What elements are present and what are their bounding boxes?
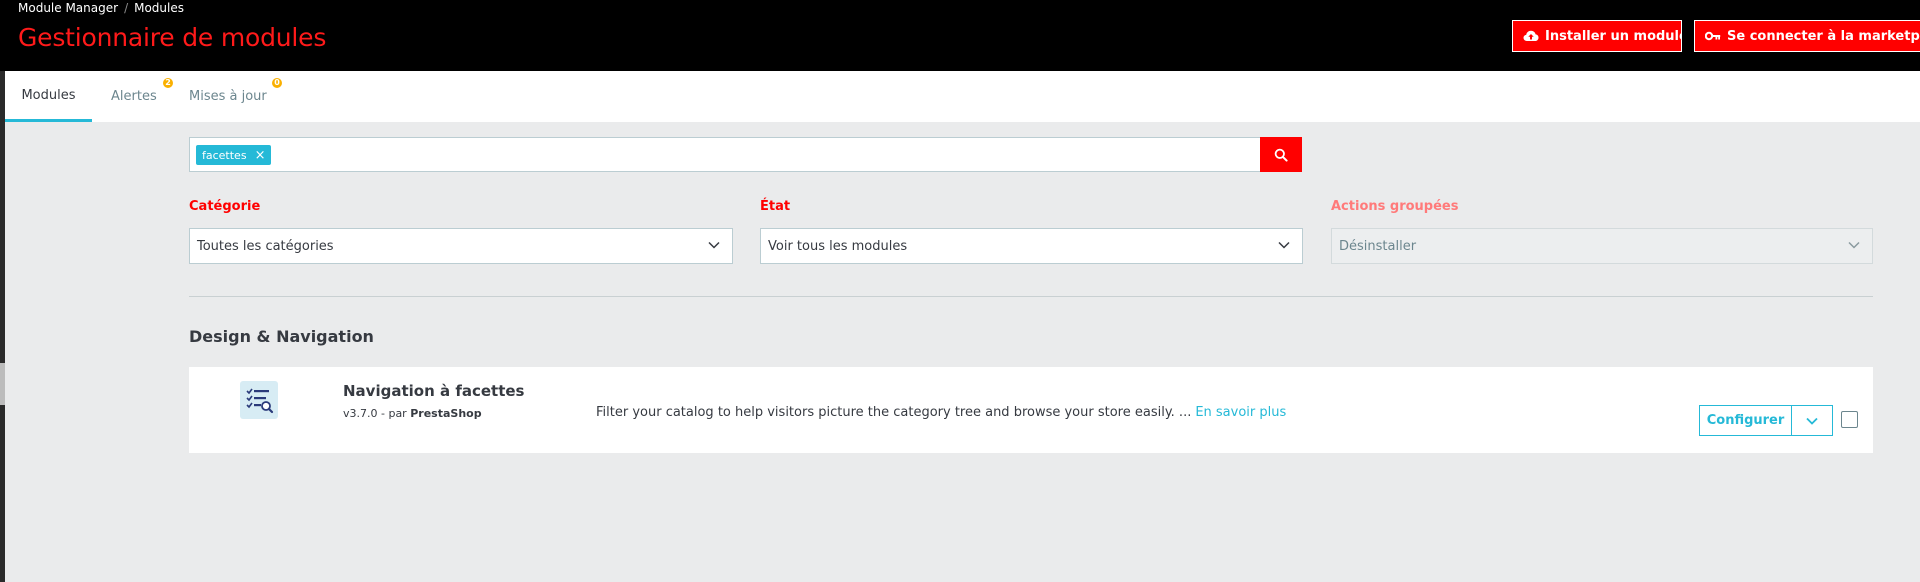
- section-divider: [189, 296, 1873, 297]
- module-name: Navigation à facettes: [343, 382, 525, 400]
- tab-modules-label: Modules: [21, 87, 76, 103]
- marketplace-connect-button[interactable]: Se connecter à la marketplace A: [1694, 20, 1920, 52]
- category-section-title: Design & Navigation: [189, 327, 374, 346]
- module-description-text: Filter your catalog to help visitors pic…: [596, 405, 1192, 420]
- module-select-checkbox[interactable]: [1841, 411, 1858, 428]
- breadcrumb: Module Manager / Modules: [18, 1, 184, 15]
- search-icon: [1274, 148, 1288, 162]
- tab-bar: Modules Alertes 2 Mises à jour 0: [5, 71, 1920, 122]
- breadcrumb-item-module-manager[interactable]: Module Manager: [18, 1, 118, 15]
- state-select[interactable]: Voir tous les modules: [760, 228, 1303, 264]
- tab-modules[interactable]: Modules: [5, 71, 92, 122]
- module-search-input[interactable]: facettes ×: [189, 137, 1302, 172]
- module-card: Navigation à facettes v3.7.0 - par Prest…: [189, 367, 1873, 453]
- breadcrumb-separator: /: [124, 1, 129, 15]
- module-description: Filter your catalog to help visitors pic…: [596, 405, 1286, 420]
- remove-tag-icon[interactable]: ×: [255, 149, 266, 162]
- cloud-upload-icon: [1523, 30, 1539, 41]
- tab-updates[interactable]: Mises à jour 0: [189, 71, 282, 122]
- category-select-value: Toutes les catégories: [197, 238, 334, 254]
- chevron-down-icon: [708, 241, 720, 249]
- install-module-label: Installer un module: [1545, 28, 1682, 44]
- state-filter-label: État: [760, 199, 791, 214]
- category-filter-label: Catégorie: [189, 199, 261, 214]
- module-version-author: v3.7.0 - par PrestaShop: [343, 407, 482, 420]
- search-tag-label: facettes: [202, 148, 247, 162]
- module-actions-dropdown-toggle[interactable]: [1791, 405, 1833, 436]
- bulk-actions-label: Actions groupées: [1331, 199, 1459, 214]
- module-author: PrestaShop: [410, 407, 482, 420]
- page-header: Module Manager / Modules Gestionnaire de…: [0, 0, 1920, 71]
- bulk-actions-select: Désinstaller: [1331, 228, 1873, 264]
- chevron-down-icon: [1278, 241, 1290, 249]
- left-edge-marker: [0, 363, 5, 405]
- module-logo: [240, 381, 278, 419]
- chevron-down-icon: [1848, 241, 1860, 249]
- bulk-actions-value: Désinstaller: [1339, 238, 1417, 254]
- key-icon: [1705, 31, 1721, 41]
- marketplace-connect-label: Se connecter à la marketplace A: [1727, 28, 1920, 44]
- page-title: Gestionnaire de modules: [18, 23, 327, 52]
- category-select[interactable]: Toutes les catégories: [189, 228, 733, 264]
- tab-updates-label: Mises à jour: [189, 89, 267, 104]
- install-module-button[interactable]: Installer un module: [1512, 20, 1682, 52]
- breadcrumb-item-modules[interactable]: Modules: [134, 1, 184, 15]
- chevron-down-icon: [1806, 417, 1818, 425]
- read-more-link[interactable]: En savoir plus: [1195, 405, 1286, 420]
- configure-button[interactable]: Configurer: [1699, 405, 1792, 436]
- search-tag: facettes ×: [196, 145, 272, 165]
- faceted-search-icon: [246, 388, 274, 414]
- search-button[interactable]: [1260, 137, 1302, 172]
- tab-alertes[interactable]: Alertes 2: [111, 71, 173, 122]
- alerts-count-badge: 2: [163, 78, 173, 88]
- state-select-value: Voir tous les modules: [768, 238, 908, 254]
- tab-alertes-label: Alertes: [111, 89, 157, 104]
- updates-count-badge: 0: [272, 78, 282, 88]
- module-version: v3.7.0 - par: [343, 407, 407, 420]
